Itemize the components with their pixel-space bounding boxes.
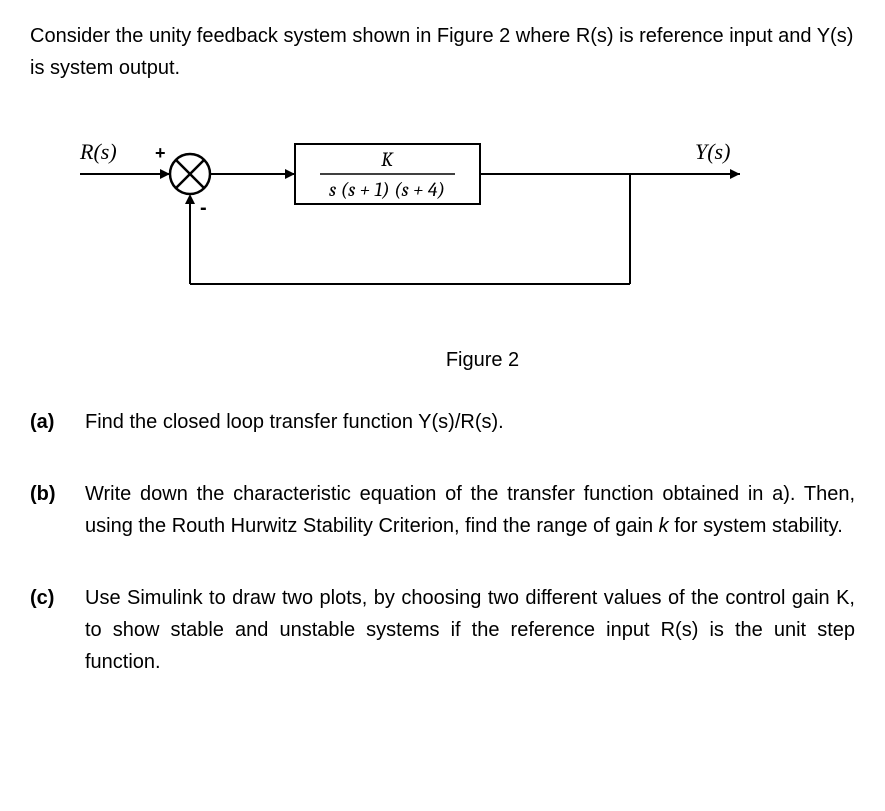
tf-numerator: K <box>381 148 394 171</box>
question-a-label: (a) <box>30 406 85 438</box>
intro-text: Consider the unity feedback system shown… <box>30 20 855 84</box>
plus-sign: + <box>155 143 166 163</box>
question-c-label: (c) <box>30 582 85 678</box>
input-label: R(s) <box>79 139 117 164</box>
question-b-italic: k <box>659 515 669 537</box>
control-system-diagram: R(s) + - K s (s + 1) (s + 4) Y(s) <box>60 124 810 324</box>
question-b-part2: for system stability. <box>669 515 843 537</box>
minus-sign: - <box>200 197 207 219</box>
question-b-label: (b) <box>30 478 85 542</box>
question-b-text: Write down the characteristic equation o… <box>85 478 855 542</box>
figure-caption: Figure 2 <box>110 344 855 376</box>
question-a-text: Find the closed loop transfer function Y… <box>85 406 855 438</box>
question-c-text: Use Simulink to draw two plots, by choos… <box>85 582 855 678</box>
question-a: (a) Find the closed loop transfer functi… <box>30 406 855 438</box>
question-c: (c) Use Simulink to draw two plots, by c… <box>30 582 855 678</box>
output-label: Y(s) <box>695 139 730 164</box>
question-b: (b) Write down the characteristic equati… <box>30 478 855 542</box>
tf-denominator: s (s + 1) (s + 4) <box>329 178 445 201</box>
block-diagram: R(s) + - K s (s + 1) (s + 4) Y(s) <box>60 124 855 324</box>
